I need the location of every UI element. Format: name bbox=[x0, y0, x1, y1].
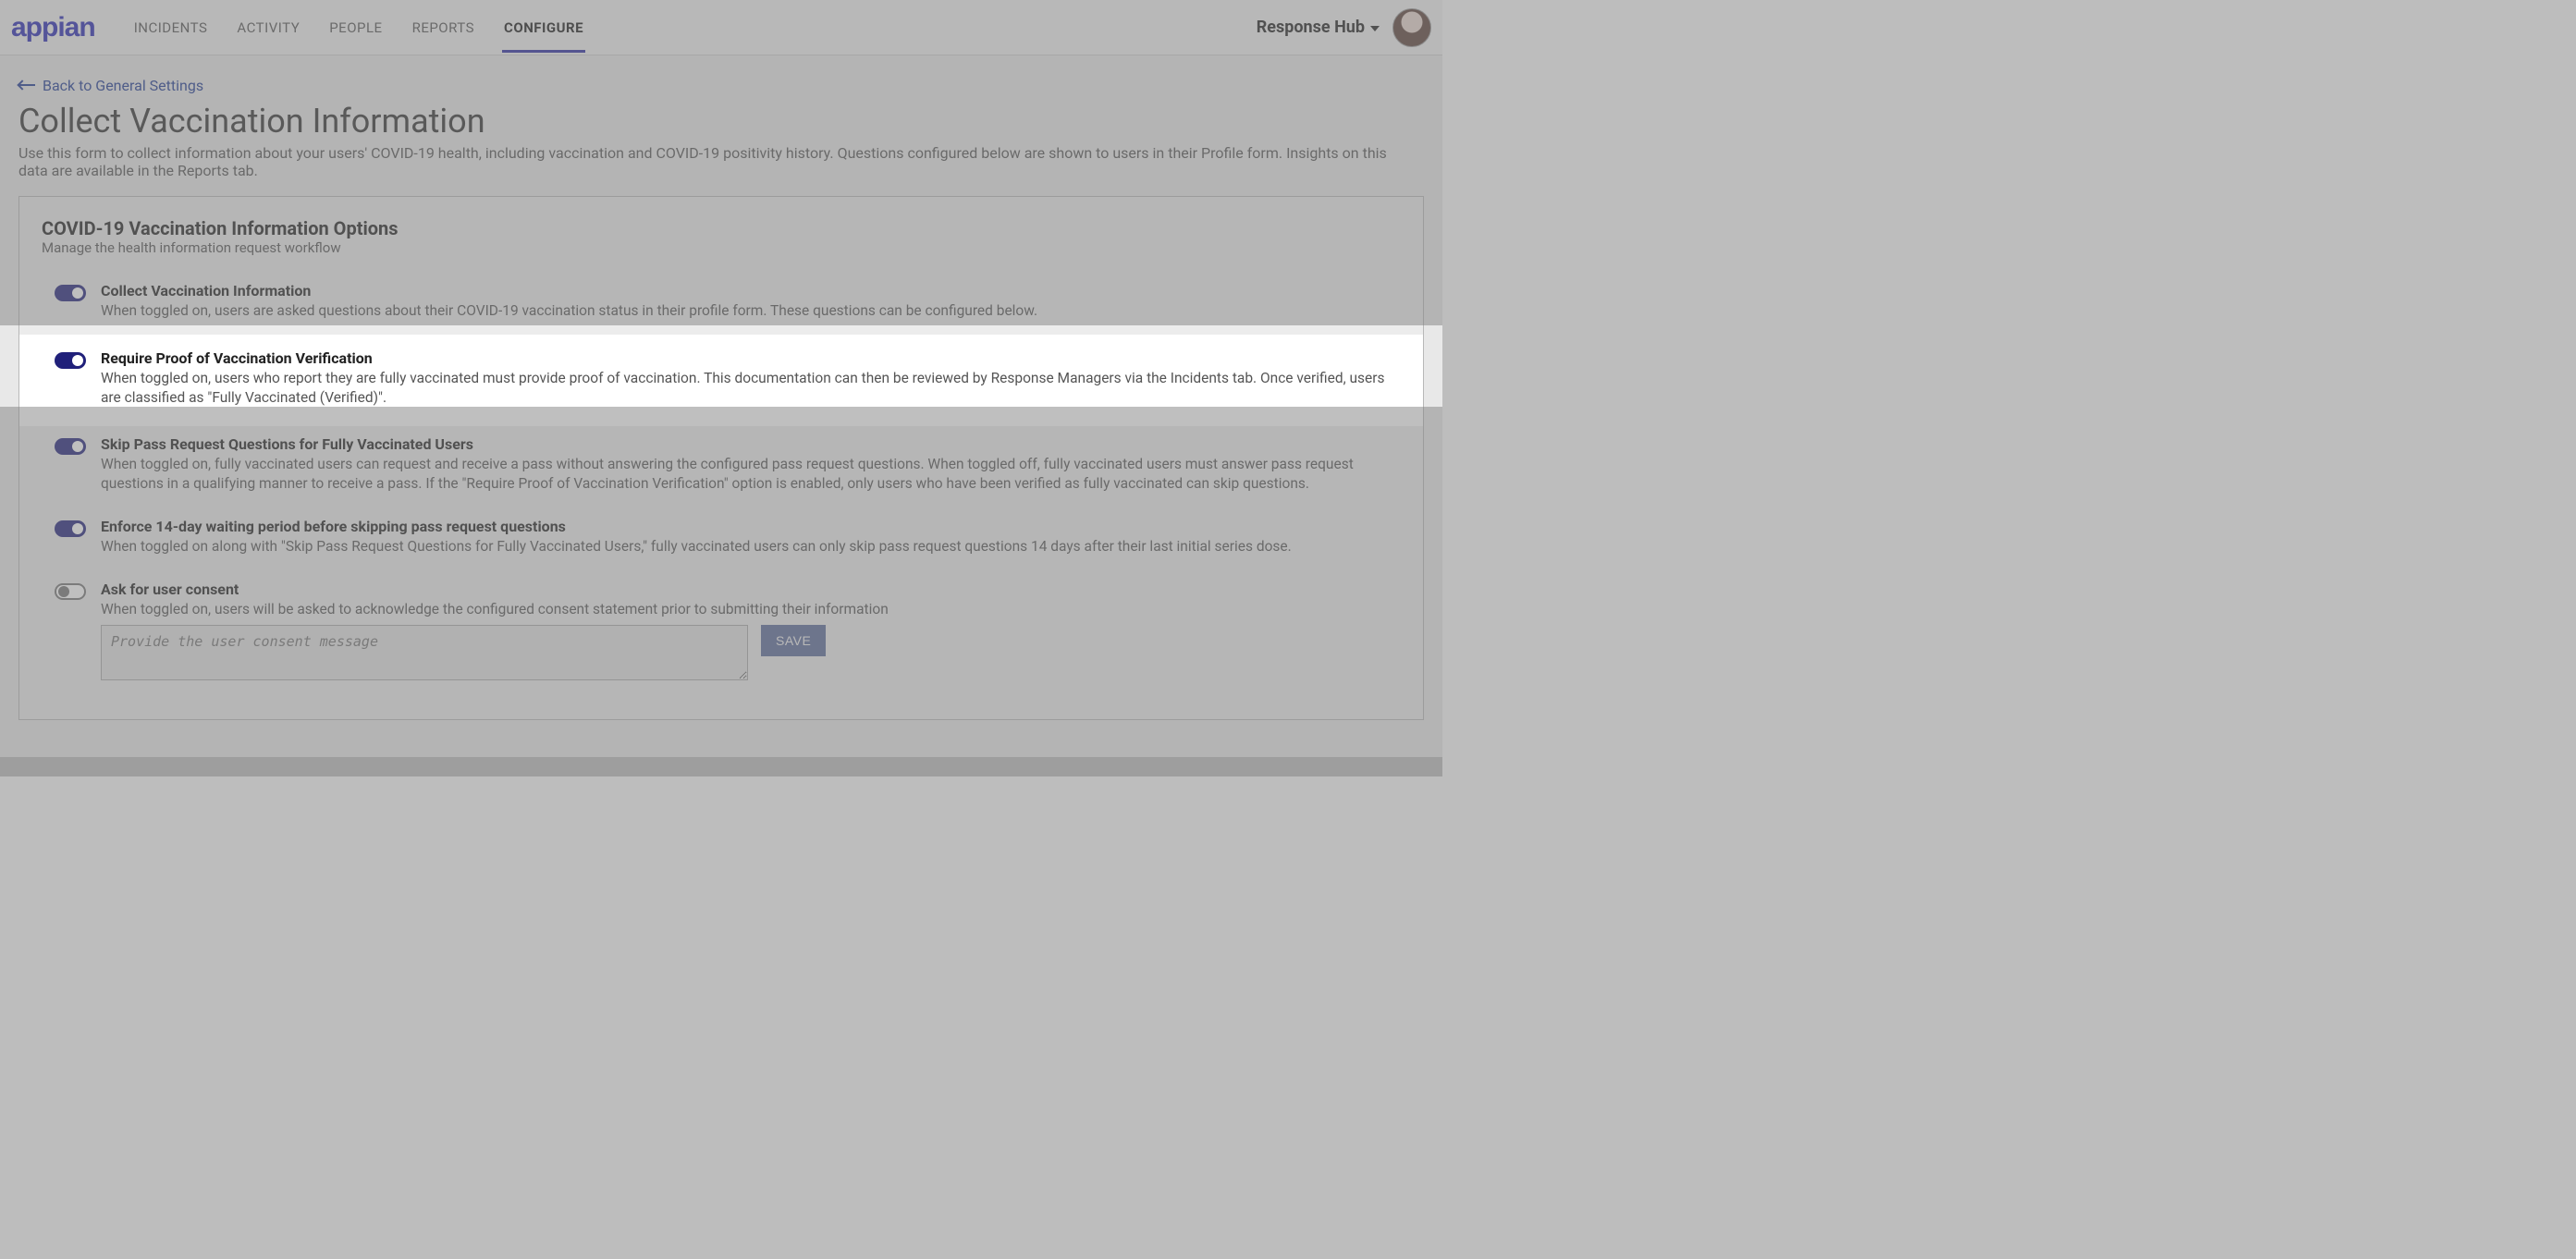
nav-item-configure[interactable]: CONFIGURE bbox=[502, 3, 585, 53]
toggle-ask-consent[interactable] bbox=[55, 583, 86, 600]
nav-item-incidents[interactable]: INCIDENTS bbox=[132, 3, 210, 53]
nav-item-activity[interactable]: ACTIVITY bbox=[235, 3, 301, 53]
option-row-enforce-14: Enforce 14-day waiting period before ski… bbox=[42, 508, 1401, 571]
toggle-knob-icon bbox=[58, 586, 69, 597]
option-row-require-proof: Require Proof of Vaccination Verificatio… bbox=[19, 335, 1423, 426]
option-title: Skip Pass Request Questions for Fully Va… bbox=[101, 435, 1401, 453]
top-nav: appian INCIDENTS ACTIVITY PEOPLE REPORTS CON… bbox=[0, 0, 1442, 55]
option-title: Enforce 14-day waiting period before ski… bbox=[101, 518, 1401, 535]
toggle-knob-icon bbox=[72, 355, 83, 366]
page-body: Back to General Settings Collect Vaccina… bbox=[0, 55, 1442, 757]
consent-row: SAVE bbox=[101, 625, 1401, 680]
site-switcher-label: Response Hub bbox=[1257, 18, 1365, 37]
page-title: Collect Vaccination Information bbox=[18, 102, 1424, 141]
option-desc: When toggled on, users are asked questio… bbox=[101, 301, 1401, 321]
option-desc: When toggled on, fully vaccinated users … bbox=[101, 455, 1401, 494]
option-desc: When toggled on, users who report they a… bbox=[101, 369, 1401, 408]
page-subtitle: Use this form to collect information abo… bbox=[18, 144, 1405, 179]
option-body: Collect Vaccination Information When togg… bbox=[101, 282, 1401, 321]
brand-logo: appian bbox=[11, 12, 95, 43]
option-body: Ask for user consent When toggled on, use… bbox=[101, 581, 1401, 680]
toggle-knob-icon bbox=[72, 441, 83, 452]
option-body: Enforce 14-day waiting period before ski… bbox=[101, 518, 1401, 556]
arrow-left-icon bbox=[18, 84, 35, 86]
option-row-ask-consent: Ask for user consent When toggled on, use… bbox=[42, 571, 1401, 695]
nav-item-people[interactable]: PEOPLE bbox=[327, 3, 384, 53]
back-link[interactable]: Back to General Settings bbox=[18, 77, 203, 94]
toggle-collect[interactable] bbox=[55, 285, 86, 301]
nav-items: INCIDENTS ACTIVITY PEOPLE REPORTS CONFIGURE bbox=[132, 3, 585, 53]
option-title: Require Proof of Vaccination Verificatio… bbox=[101, 349, 1401, 367]
option-body: Require Proof of Vaccination Verificatio… bbox=[101, 349, 1401, 408]
card-title: COVID-19 Vaccination Information Options bbox=[42, 217, 1401, 239]
option-title: Ask for user consent bbox=[101, 581, 1401, 598]
save-button[interactable]: SAVE bbox=[761, 625, 826, 656]
avatar[interactable] bbox=[1392, 8, 1431, 47]
option-desc: When toggled on, users will be asked to … bbox=[101, 600, 1401, 619]
option-row-skip-pass: Skip Pass Request Questions for Fully Va… bbox=[42, 426, 1401, 508]
toggle-knob-icon bbox=[72, 523, 83, 534]
option-row-collect: Collect Vaccination Information When togg… bbox=[42, 273, 1401, 336]
option-title: Collect Vaccination Information bbox=[101, 282, 1401, 299]
option-body: Skip Pass Request Questions for Fully Va… bbox=[101, 435, 1401, 494]
toggle-enforce-14[interactable] bbox=[55, 520, 86, 537]
nav-item-reports[interactable]: REPORTS bbox=[411, 3, 476, 53]
toggle-require-proof[interactable] bbox=[55, 352, 86, 369]
options-card: COVID-19 Vaccination Information Options… bbox=[18, 196, 1424, 720]
back-link-label: Back to General Settings bbox=[43, 77, 203, 94]
site-switcher[interactable]: Response Hub bbox=[1257, 18, 1380, 37]
toggle-knob-icon bbox=[72, 287, 83, 299]
option-desc: When toggled on along with "Skip Pass Re… bbox=[101, 537, 1401, 556]
card-subtitle: Manage the health information request wo… bbox=[42, 239, 1401, 256]
consent-message-input[interactable] bbox=[101, 625, 748, 680]
caret-down-icon bbox=[1370, 26, 1380, 31]
toggle-skip-pass[interactable] bbox=[55, 438, 86, 455]
